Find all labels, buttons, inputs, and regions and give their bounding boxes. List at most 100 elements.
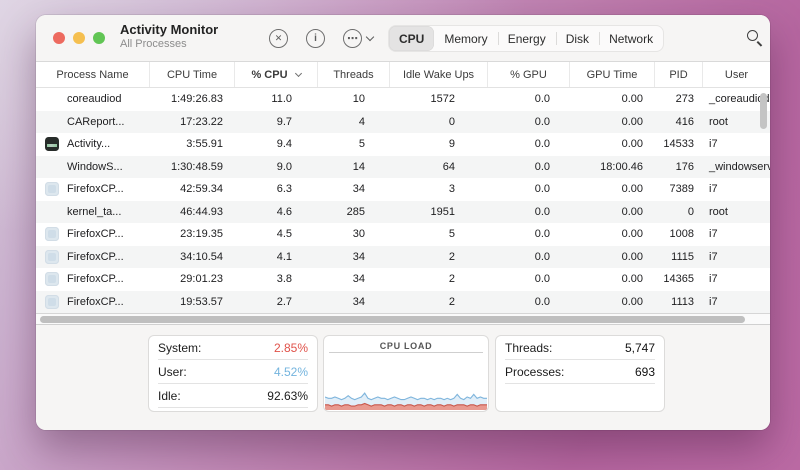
system-value: 2.85% [274,341,308,355]
firefox-placeholder-icon [45,250,59,264]
processes-label: Processes: [505,365,564,379]
cell-pid: 1113 [655,291,703,314]
cpu-load-chart-box: CPU LOAD [323,335,489,412]
cell-idle-wake-ups: 1572 [390,88,488,111]
cell-idle-wake-ups: 2 [390,291,488,314]
process-icon-placeholder [45,205,59,219]
cpu-percentages-box: System: 2.85% User: 4.52% Idle: 92.63% [148,335,318,412]
column-header-percent-cpu-label: % CPU [251,69,287,81]
cell-cpu: 9.7 [235,111,318,134]
info-icon: i [314,33,317,44]
segment-energy[interactable]: Energy [498,26,556,51]
cell-cpu: 3.8 [235,268,318,291]
table-row[interactable]: WindowS...1:30:48.599.014640.018:00.4617… [36,156,770,179]
process-icon-placeholder [45,115,59,129]
column-header-percent-cpu[interactable]: % CPU [235,62,318,87]
table-row[interactable]: FirefoxCP...19:53.572.73420.00.001113i7 [36,291,770,314]
ellipsis-icon: ⋯ [347,32,358,45]
table-row[interactable]: FirefoxCP...42:59.346.33430.00.007389i7 [36,178,770,201]
table-header: Process Name CPU Time % CPU Threads Idle… [36,62,770,88]
column-header-pid[interactable]: PID [655,62,703,87]
table-row[interactable]: coreaudiod1:49:26.8311.01015720.00.00273… [36,88,770,111]
cell-pid: 273 [655,88,703,111]
table-row[interactable]: FirefoxCP...23:19.354.53050.00.001008i7 [36,223,770,246]
cpu-load-sparkline [325,354,487,410]
cell-gpu: 0.0 [488,88,570,111]
cell-user: i7 [703,291,770,314]
cell-idle-wake-ups: 3 [390,178,488,201]
title-block: Activity Monitor All Processes [120,22,218,52]
idle-stat-row: Idle: 92.63% [158,384,308,408]
process-icon-placeholder [45,160,59,174]
cell-user: i7 [703,178,770,201]
process-name: FirefoxCP... [67,183,124,195]
column-header-threads[interactable]: Threads [318,62,390,87]
cell-user: i7 [703,223,770,246]
chevron-down-icon[interactable] [366,33,374,41]
activity-monitor-icon [45,137,59,151]
column-header-process-name[interactable]: Process Name [36,62,150,87]
cell-threads: 34 [318,178,390,201]
cell-cpu-time: 29:01.23 [150,268,235,291]
table-row[interactable]: FirefoxCP...29:01.233.83420.00.0014365i7 [36,268,770,291]
window-title: Activity Monitor [120,22,218,38]
column-header-idle-wake-ups[interactable]: Idle Wake Ups [390,62,488,87]
horizontal-scrollbar-thumb[interactable] [40,316,745,323]
segment-memory[interactable]: Memory [434,26,497,51]
zoom-window-button[interactable] [93,32,105,44]
cell-gpu-time: 0.00 [570,178,655,201]
segment-disk[interactable]: Disk [556,26,599,51]
more-options-button[interactable]: ⋯ [343,29,362,48]
search-button[interactable] [745,28,767,50]
inspect-process-button[interactable]: i [306,29,325,48]
cell-user: root [703,201,770,224]
cell-user: i7 [703,268,770,291]
cell-idle-wake-ups: 0 [390,111,488,134]
cell-cpu: 4.6 [235,201,318,224]
cell-threads: 4 [318,111,390,134]
column-header-gpu-time[interactable]: GPU Time [570,62,655,87]
column-header-user[interactable]: User [703,62,770,87]
cell-cpu: 9.4 [235,133,318,156]
segment-cpu[interactable]: CPU [389,26,434,51]
cell-idle-wake-ups: 64 [390,156,488,179]
cell-cpu: 4.5 [235,223,318,246]
cell-user: i7 [703,133,770,156]
processes-value: 693 [635,365,655,379]
cell-threads: 34 [318,291,390,314]
segment-network[interactable]: Network [599,26,663,51]
table-row[interactable]: FirefoxCP...34:10.544.13420.00.001115i7 [36,246,770,269]
cell-gpu-time: 0.00 [570,246,655,269]
cell-gpu: 0.0 [488,133,570,156]
cpu-summary-panel: System: 2.85% User: 4.52% Idle: 92.63% C… [36,325,770,430]
cell-process-name: coreaudiod [36,88,150,111]
cpu-load-title: CPU LOAD [329,336,483,353]
cell-cpu-time: 42:59.34 [150,178,235,201]
system-label: System: [158,341,201,355]
close-window-button[interactable] [53,32,65,44]
process-name: FirefoxCP... [67,228,124,240]
minimize-window-button[interactable] [73,32,85,44]
horizontal-scrollbar-track[interactable] [36,313,770,325]
process-name: FirefoxCP... [67,251,124,263]
cell-cpu-time: 46:44.93 [150,201,235,224]
cell-process-name: FirefoxCP... [36,268,150,291]
processes-stat-row: Processes: 693 [505,360,655,384]
search-icon [747,30,758,41]
vertical-scrollbar-thumb[interactable] [760,93,767,129]
process-name: coreaudiod [67,93,121,105]
table-row[interactable]: kernel_ta...46:44.934.628519510.00.000ro… [36,201,770,224]
column-header-percent-gpu[interactable]: % GPU [488,62,570,87]
table-row[interactable]: Activity...3:55.919.4590.00.0014533i7 [36,133,770,156]
column-header-cpu-time[interactable]: CPU Time [150,62,235,87]
cell-cpu-time: 34:10.54 [150,246,235,269]
cell-cpu-time: 17:23.22 [150,111,235,134]
cell-threads: 285 [318,201,390,224]
cell-pid: 14533 [655,133,703,156]
cell-cpu: 2.7 [235,291,318,314]
table-row[interactable]: CAReport...17:23.229.7400.00.00416root [36,111,770,134]
process-icon-placeholder [45,92,59,106]
quit-process-button[interactable]: ✕ [269,29,288,48]
cell-pid: 1008 [655,223,703,246]
cell-threads: 34 [318,268,390,291]
